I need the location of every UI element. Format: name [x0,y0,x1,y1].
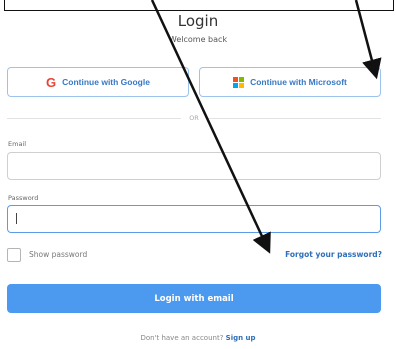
show-password-label[interactable]: Show password [29,250,87,259]
top-frame-bar [4,0,394,11]
microsoft-button-label: Continue with Microsoft [250,77,347,87]
divider-line-right [206,117,382,119]
or-divider: OR [7,113,382,123]
microsoft-icon [233,76,245,88]
sign-up-link[interactable]: Sign up [226,334,256,342]
continue-with-google-button[interactable]: G Continue with Google [7,67,189,97]
divider-line-left [7,117,182,119]
or-divider-text: OR [189,114,199,122]
no-account-text: Don't have an account? [140,334,224,342]
email-field[interactable] [7,152,381,180]
email-label: Email [8,140,27,148]
continue-with-microsoft-button[interactable]: Continue with Microsoft [199,67,381,97]
page-subtitle: Welcome back [168,35,228,44]
google-button-label: Continue with Google [62,77,150,87]
show-password-checkbox[interactable] [7,248,21,262]
password-field[interactable] [7,205,381,233]
google-icon: G [46,74,57,90]
signup-footer: Don't have an account? Sign up [0,334,396,342]
text-caret [16,213,17,224]
page-title: Login [177,12,219,30]
login-with-email-button[interactable]: Login with email [7,284,381,313]
forgot-password-link[interactable]: Forgot your password? [285,250,382,259]
password-label: Password [8,194,39,202]
